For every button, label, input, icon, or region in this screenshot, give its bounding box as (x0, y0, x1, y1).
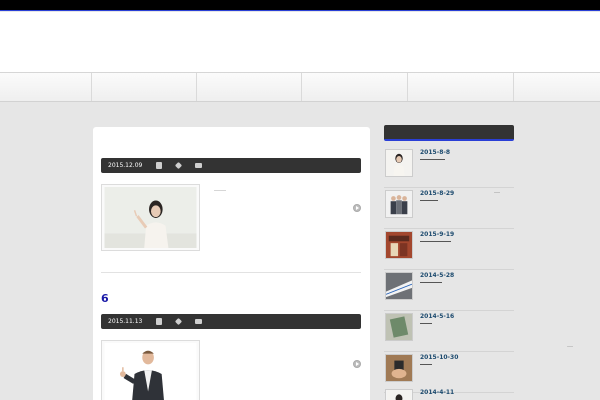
nav-item-6[interactable] (514, 73, 600, 101)
post-thumbnail[interactable] (101, 340, 200, 400)
sidebar-thumbnail[interactable] (385, 149, 413, 177)
sidebar-item[interactable]: 2015-8-8 (384, 147, 514, 188)
sidebar: 2015-8-8 2015-8-29 … 2015-9-19 2014-5-28… (384, 125, 514, 400)
sidebar-title-line (420, 364, 432, 365)
sidebar-item[interactable]: 2015-9-19 (384, 229, 514, 270)
post-date: 2015.12.09 (108, 162, 143, 169)
sidebar-extra: … (494, 188, 500, 195)
tag-icon[interactable] (175, 317, 183, 326)
sidebar-date[interactable]: 2015-9-19 (420, 231, 454, 238)
sidebar-thumbnail[interactable] (385, 389, 413, 400)
sidebar-thumbnail[interactable] (385, 190, 413, 218)
sidebar-title-line (420, 323, 432, 324)
nav-item-3[interactable] (197, 73, 302, 101)
post-excerpt: …… (214, 186, 226, 193)
post-divider (101, 272, 361, 273)
sidebar-date[interactable]: 2014-5-16 (420, 313, 454, 320)
building-photo (386, 232, 412, 258)
arrow-circle-icon[interactable] (353, 204, 361, 212)
passbook-photo (386, 314, 412, 340)
pager-dots: … (567, 342, 573, 349)
arrow-circle-icon[interactable] (353, 360, 361, 368)
nav-item-5[interactable] (408, 73, 514, 101)
man-thumbs-up-photo (104, 343, 197, 400)
group-photo (386, 191, 412, 217)
nav-item-1[interactable] (0, 73, 92, 101)
sidebar-title-line (420, 200, 438, 201)
comment-icon[interactable] (195, 163, 203, 168)
sidebar-item[interactable]: 2014-4-11 (384, 387, 514, 400)
hand-phone-photo (386, 355, 412, 381)
sidebar-title-line (420, 241, 451, 242)
sidebar-title-line (420, 159, 445, 160)
sidebar-item[interactable]: 2014-5-28 (384, 270, 514, 311)
post-date: 2015.11.13 (108, 318, 143, 325)
post-meta-bar: 2015.11.13 (101, 314, 361, 329)
site-header (0, 12, 600, 72)
sidebar-date[interactable]: 2015-8-8 (420, 149, 450, 156)
sidebar-thumbnail[interactable] (385, 313, 413, 341)
sidebar-thumbnail[interactable] (385, 231, 413, 259)
post-meta-bar: 2015.12.09 (101, 158, 361, 173)
sidebar-item[interactable]: 2015-8-29 … (384, 188, 514, 229)
sidebar-date[interactable]: 2014-5-28 (420, 272, 454, 279)
main-content: 2015.12.09 …… 6 2015.11.13 (93, 127, 370, 400)
comment-icon[interactable] (195, 319, 203, 324)
train-photo (386, 273, 412, 299)
tag-icon[interactable] (175, 161, 183, 170)
document-icon[interactable] (156, 162, 163, 169)
sidebar-thumbnail[interactable] (385, 354, 413, 382)
top-bar (0, 0, 600, 11)
sidebar-date[interactable]: 2015-10-30 (420, 354, 458, 361)
sidebar-date[interactable]: 2015-8-29 (420, 190, 454, 197)
post-title[interactable]: 6 (101, 292, 109, 305)
sidebar-date[interactable]: 2014-4-11 (420, 389, 454, 396)
nav-item-4[interactable] (302, 73, 408, 101)
document-icon[interactable] (156, 318, 163, 325)
sidebar-thumbnail[interactable] (385, 272, 413, 300)
woman-photo (386, 150, 412, 176)
woman-photo (387, 390, 411, 400)
post-thumbnail[interactable] (101, 184, 200, 251)
woman-pointing-photo (104, 187, 197, 248)
sidebar-heading (384, 125, 514, 141)
sidebar-title-line (420, 282, 442, 283)
main-nav (0, 72, 600, 102)
nav-item-2[interactable] (92, 73, 197, 101)
sidebar-item[interactable]: 2014-5-16 (384, 311, 514, 352)
